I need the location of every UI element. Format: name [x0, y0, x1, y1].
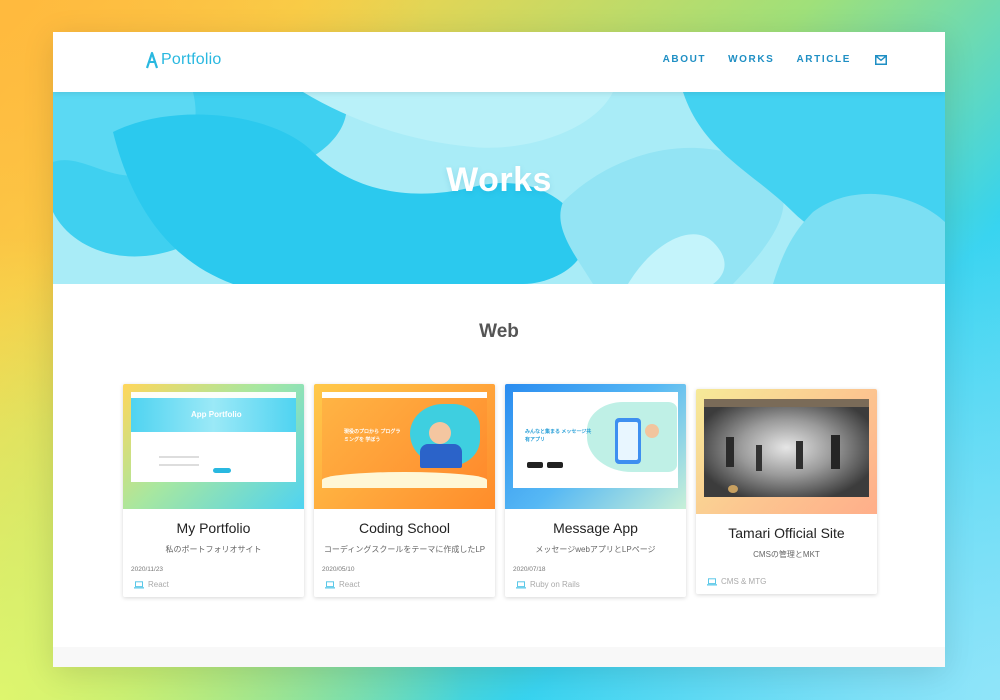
card-title: Message App — [553, 520, 638, 536]
logo-icon — [145, 51, 159, 69]
card-thumbnail: みんなと集まる メッセージ共有アプリ — [505, 384, 686, 509]
card-thumbnail — [696, 389, 877, 514]
work-card[interactable]: 現役のプロから プログラミングを 学ぼう Coding School コーディン… — [314, 384, 495, 597]
section-title: Web — [479, 321, 519, 342]
browser-frame: Portfolio ABOUT WORKS ARTICLE Works Web — [53, 32, 945, 667]
card-date: 2020/07/18 — [513, 566, 546, 573]
hero-banner: Works — [53, 92, 945, 284]
card-title: Coding School — [358, 520, 451, 536]
card-thumbnail: App Portfolio — [123, 384, 304, 509]
laptop-icon — [516, 580, 526, 588]
work-card[interactable]: みんなと集まる メッセージ共有アプリ Message App メッセージwebア… — [505, 384, 686, 597]
card-tag-label: CMS & MTG — [721, 577, 767, 586]
card-tag: React — [134, 580, 304, 589]
card-tag: React — [325, 580, 495, 589]
card-title: My Portfolio — [176, 520, 251, 536]
thumb-caption: App Portfolio — [191, 410, 242, 419]
hero-title: Works — [446, 161, 552, 199]
logo-text: Portfolio — [161, 51, 222, 68]
thumb-caption: 現役のプロから プログラミングを 学ぼう — [344, 429, 401, 443]
card-description: 私のポートフォリオサイト — [165, 545, 262, 554]
card-tag: CMS & MTG — [707, 577, 877, 586]
laptop-icon — [134, 580, 144, 588]
laptop-icon — [325, 580, 335, 588]
card-tag: Ruby on Rails — [516, 580, 686, 589]
card-tag-label: React — [148, 580, 169, 589]
work-card[interactable]: Tamari Official Site CMSの管理とMKT CMS & MT… — [696, 389, 877, 594]
footer-band — [53, 647, 945, 667]
nav-article[interactable]: ARTICLE — [796, 54, 851, 65]
card-description: メッセージwebアプリとLPページ — [535, 545, 656, 554]
card-tag-label: Ruby on Rails — [530, 580, 580, 589]
nav-works[interactable]: WORKS — [728, 54, 774, 65]
card-date: 2020/11/23 — [131, 566, 164, 573]
mail-icon[interactable] — [875, 54, 887, 65]
laptop-icon — [707, 577, 717, 585]
card-tag-label: React — [339, 580, 360, 589]
card-thumbnail: 現役のプロから プログラミングを 学ぼう — [314, 384, 495, 509]
nav-about[interactable]: ABOUT — [663, 54, 707, 65]
site-header: Portfolio ABOUT WORKS ARTICLE — [53, 32, 945, 92]
card-description: コーディングスクールをテーマに作成したLP — [323, 545, 486, 554]
card-description: CMSの管理とMKT — [753, 550, 820, 559]
site-logo[interactable]: Portfolio — [145, 51, 222, 69]
main-nav: ABOUT WORKS ARTICLE — [663, 54, 887, 65]
work-card[interactable]: App Portfolio My Portfolio 私のポートフォリオサイト … — [123, 384, 304, 597]
thumb-caption: みんなと集まる メッセージ共有アプリ — [525, 429, 592, 443]
card-date: 2020/05/10 — [322, 566, 355, 573]
card-title: Tamari Official Site — [728, 525, 845, 541]
